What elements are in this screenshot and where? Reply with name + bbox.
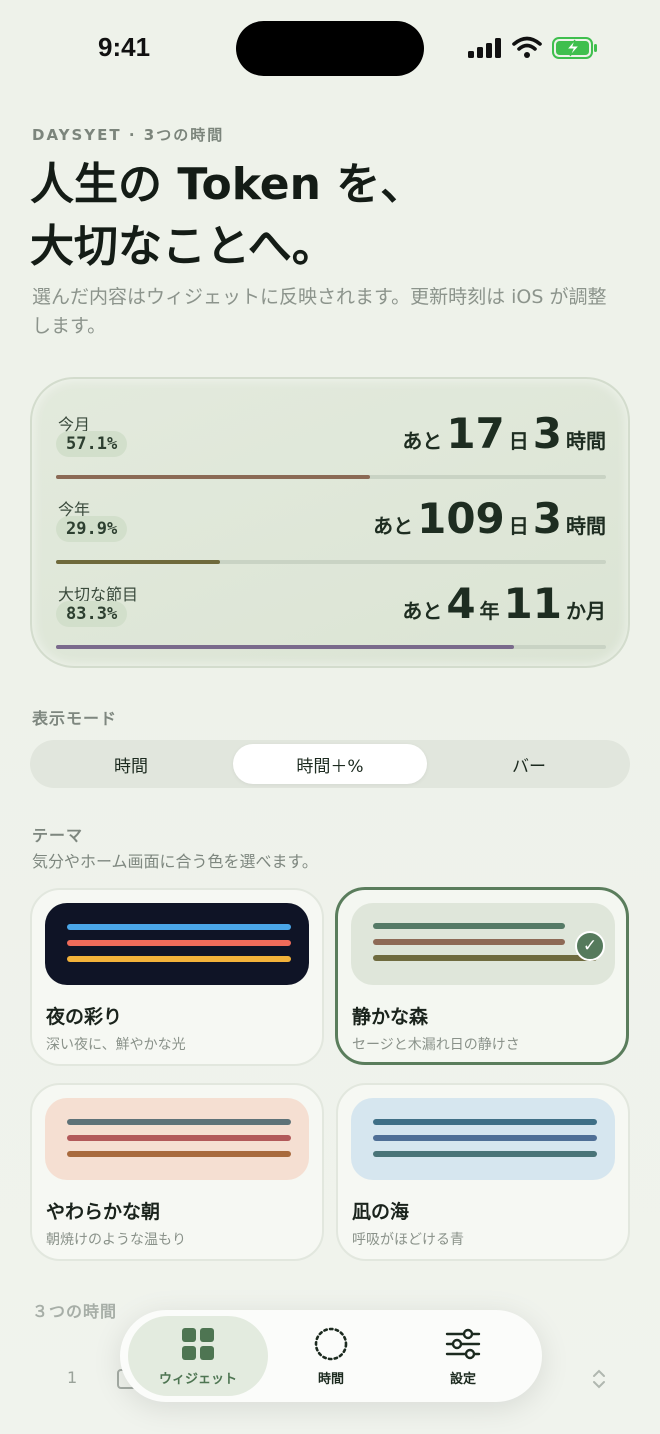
remaining-unit-2: か月 [566,599,606,623]
theme-name: 凪の海 [352,1201,410,1223]
status-bar: 9:41 [0,0,660,96]
theme-card-night[interactable]: 夜の彩り 深い夜に、鮮やかな光 [30,888,324,1066]
theme-card-morning[interactable]: やわらかな朝 朝焼けのような温もり [30,1083,324,1261]
display-mode-segmented-control: 時間 時間＋% バー [30,740,630,788]
swatch-line [67,1135,291,1141]
preview-row-month: 今月 57.1% あと 17 日 3 時間 [56,411,606,491]
theme-swatch [45,903,309,985]
remaining-number-2: 3 [532,409,562,458]
progress-track [56,475,606,479]
theme-description: 朝焼けのような温もり [46,1232,186,1248]
remaining-value: あと 4 年 11 か月 [402,581,606,627]
percent-badge: 29.9% [56,516,128,542]
status-time: 9:41 [98,32,151,62]
swatch-line [67,924,291,930]
app-eyebrow: DAYSYET · 3つの時間 [32,126,225,144]
swatch-line [373,1135,597,1141]
remaining-value: あと 109 日 3 時間 [373,496,606,542]
page-title-line-1: 人生の Token を、 [30,159,425,210]
sliders-icon [445,1328,481,1360]
swatch-line [373,939,565,945]
widget-grid-icon [182,1328,214,1360]
theme-swatch [45,1098,309,1180]
tab-label: 時間 [317,1372,344,1387]
page-title-line-2: 大切なことへ。 [30,221,336,272]
theme-name: 静かな森 [352,1006,429,1028]
swatch-line [373,1119,597,1125]
swatch-line [67,1151,291,1157]
page-title: 人生の Token を、 大切なことへ。 [30,154,630,278]
theme-swatch: ✓ [351,903,615,985]
remaining-number-1: 4 [446,579,476,628]
remaining-number-2: 11 [503,579,562,628]
remaining-prefix: あと [402,429,443,453]
theme-description: 呼吸がほどける青 [352,1232,464,1248]
preview-row-year: 今年 29.9% あと 109 日 3 時間 [56,496,606,576]
remaining-prefix: あと [402,599,443,623]
remaining-unit-1: 年 [479,599,500,623]
swatch-line [67,956,291,962]
theme-label: テーマ [32,826,84,845]
percent-badge: 83.3% [56,601,128,627]
chevron-up-down-icon[interactable] [590,1368,608,1390]
swatch-line [373,1151,597,1157]
swatch-line [373,955,597,961]
display-mode-label: 表示モード [32,709,118,728]
progress-fill [56,645,515,649]
theme-name: やわらかな朝 [46,1201,161,1223]
tab-bar: ウィジェット 時間 設定 [120,1310,542,1402]
tab-widget[interactable]: ウィジェット [128,1316,268,1396]
theme-name: 夜の彩り [46,1006,123,1028]
remaining-unit-1: 日 [508,514,529,538]
dynamic-island [236,21,424,76]
tab-label: ウィジェット [158,1372,237,1387]
swatch-line [67,1119,291,1125]
segment-time[interactable]: 時間 [34,744,228,784]
page-subtitle: 選んだ内容はウィジェットに反映されます。更新時刻は iOS が調整します。 [32,286,607,337]
segment-time-percent[interactable]: 時間＋% [233,744,427,784]
remaining-unit-2: 時間 [566,429,606,453]
theme-card-forest[interactable]: ✓ 静かな森 セージと木漏れ日の静けさ [335,887,629,1065]
theme-swatch [351,1098,615,1180]
progress-track [56,645,606,649]
three-times-label: ３つの時間 [32,1302,118,1321]
remaining-number-1: 109 [417,494,505,543]
wifi-icon [512,36,542,58]
tab-label: 設定 [449,1372,476,1387]
selected-check-icon: ✓ [575,931,605,961]
row-number: 1 [67,1368,78,1387]
widget-preview: 今月 57.1% あと 17 日 3 時間 今年 29.9% あと 109 日 … [30,377,630,668]
swatch-line [67,940,291,946]
swatch-line [373,923,565,929]
tab-settings[interactable]: 設定 [393,1316,533,1396]
theme-description: 深い夜に、鮮やかな光 [46,1037,186,1053]
dotted-circle-icon [314,1327,348,1361]
progress-track [56,560,606,564]
remaining-prefix: あと [373,514,414,538]
preview-row-milestone: 大切な節目 83.3% あと 4 年 11 か月 [56,581,606,661]
remaining-value: あと 17 日 3 時間 [402,411,606,457]
remaining-unit-2: 時間 [566,514,606,538]
remaining-number-2: 3 [532,494,562,543]
progress-fill [56,475,371,479]
theme-card-calm-sea[interactable]: 凪の海 呼吸がほどける青 [336,1083,630,1261]
cellular-signal-icon [468,38,501,58]
theme-hint: 気分やホーム画面に合う色を選べます。 [32,852,318,871]
tab-time[interactable]: 時間 [261,1316,401,1396]
percent-badge: 57.1% [56,431,128,457]
segment-bar[interactable]: バー [432,744,626,784]
theme-description: セージと木漏れ日の静けさ [352,1037,520,1053]
remaining-number-1: 17 [446,409,505,458]
remaining-unit-1: 日 [508,429,529,453]
battery-charging-icon [552,37,597,59]
progress-fill [56,560,221,564]
